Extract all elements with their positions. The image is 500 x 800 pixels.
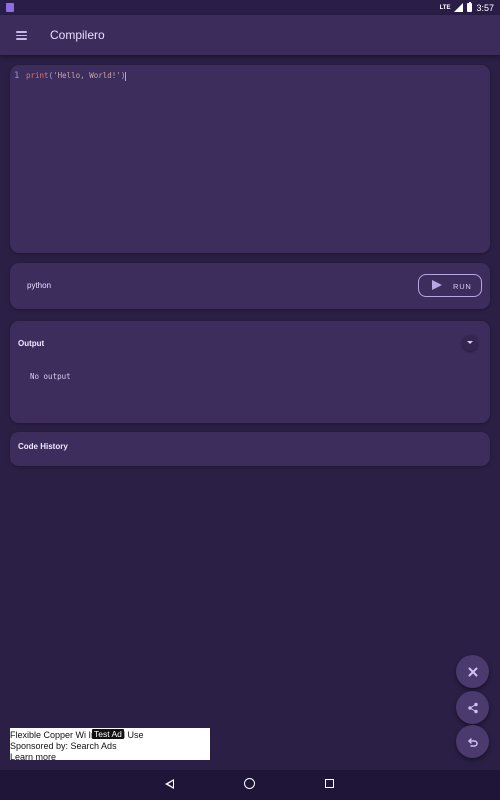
recents-icon[interactable] — [325, 779, 334, 788]
code-history-panel[interactable]: Code History — [10, 432, 490, 466]
run-button-label: RUN — [453, 281, 472, 291]
signal-icon — [454, 3, 464, 12]
app-bar: Compilero — [0, 15, 500, 55]
output-title: Output — [18, 339, 45, 348]
share-icon — [467, 702, 478, 713]
clock: 3:57 — [476, 2, 494, 13]
code-editor[interactable]: 1 print('Hello, World!') — [10, 65, 490, 253]
chevron-down-icon — [467, 341, 473, 344]
play-icon — [432, 280, 442, 290]
status-bar: LTE 3:57 — [0, 0, 500, 15]
test-ad-badge: Test Ad — [92, 729, 124, 739]
run-button[interactable]: RUN — [418, 274, 482, 297]
undo-button[interactable] — [456, 725, 489, 758]
close-icon — [468, 667, 477, 676]
app-title: Compilero — [50, 28, 105, 42]
code-history-title: Code History — [18, 442, 68, 451]
lte-icon: LTE — [439, 4, 451, 11]
ad-learn-more[interactable]: Learn more — [10, 752, 56, 760]
ad-sponsor: Sponsored by: Search Ads — [10, 741, 117, 751]
share-button[interactable] — [456, 691, 489, 724]
output-panel: Output No output — [10, 321, 490, 423]
output-toggle-button[interactable] — [462, 335, 478, 351]
system-nav-bar — [0, 770, 500, 800]
back-icon[interactable] — [165, 779, 174, 789]
status-icons: LTE 3:57 — [440, 1, 494, 14]
code-line[interactable]: print('Hello, World!') — [26, 71, 127, 81]
notification-icon — [6, 3, 14, 12]
line-number: 1 — [14, 71, 20, 81]
home-icon[interactable] — [244, 778, 255, 789]
battery-icon — [467, 1, 473, 12]
code-function: print — [26, 71, 49, 80]
output-text: No output — [30, 372, 71, 381]
close-button[interactable] — [456, 655, 489, 688]
language-bar: python RUN — [10, 263, 490, 309]
code-string: 'Hello, World!' — [53, 71, 121, 80]
text-cursor — [125, 71, 127, 81]
language-selector[interactable]: python — [27, 281, 51, 290]
undo-icon — [467, 737, 478, 747]
app-screen: LTE 3:57 Compilero 1 print('Hello, World… — [0, 0, 500, 800]
ad-banner[interactable]: Flexible Copper Wi Industrial Use Test A… — [10, 728, 210, 760]
hamburger-menu-icon[interactable] — [14, 28, 30, 42]
